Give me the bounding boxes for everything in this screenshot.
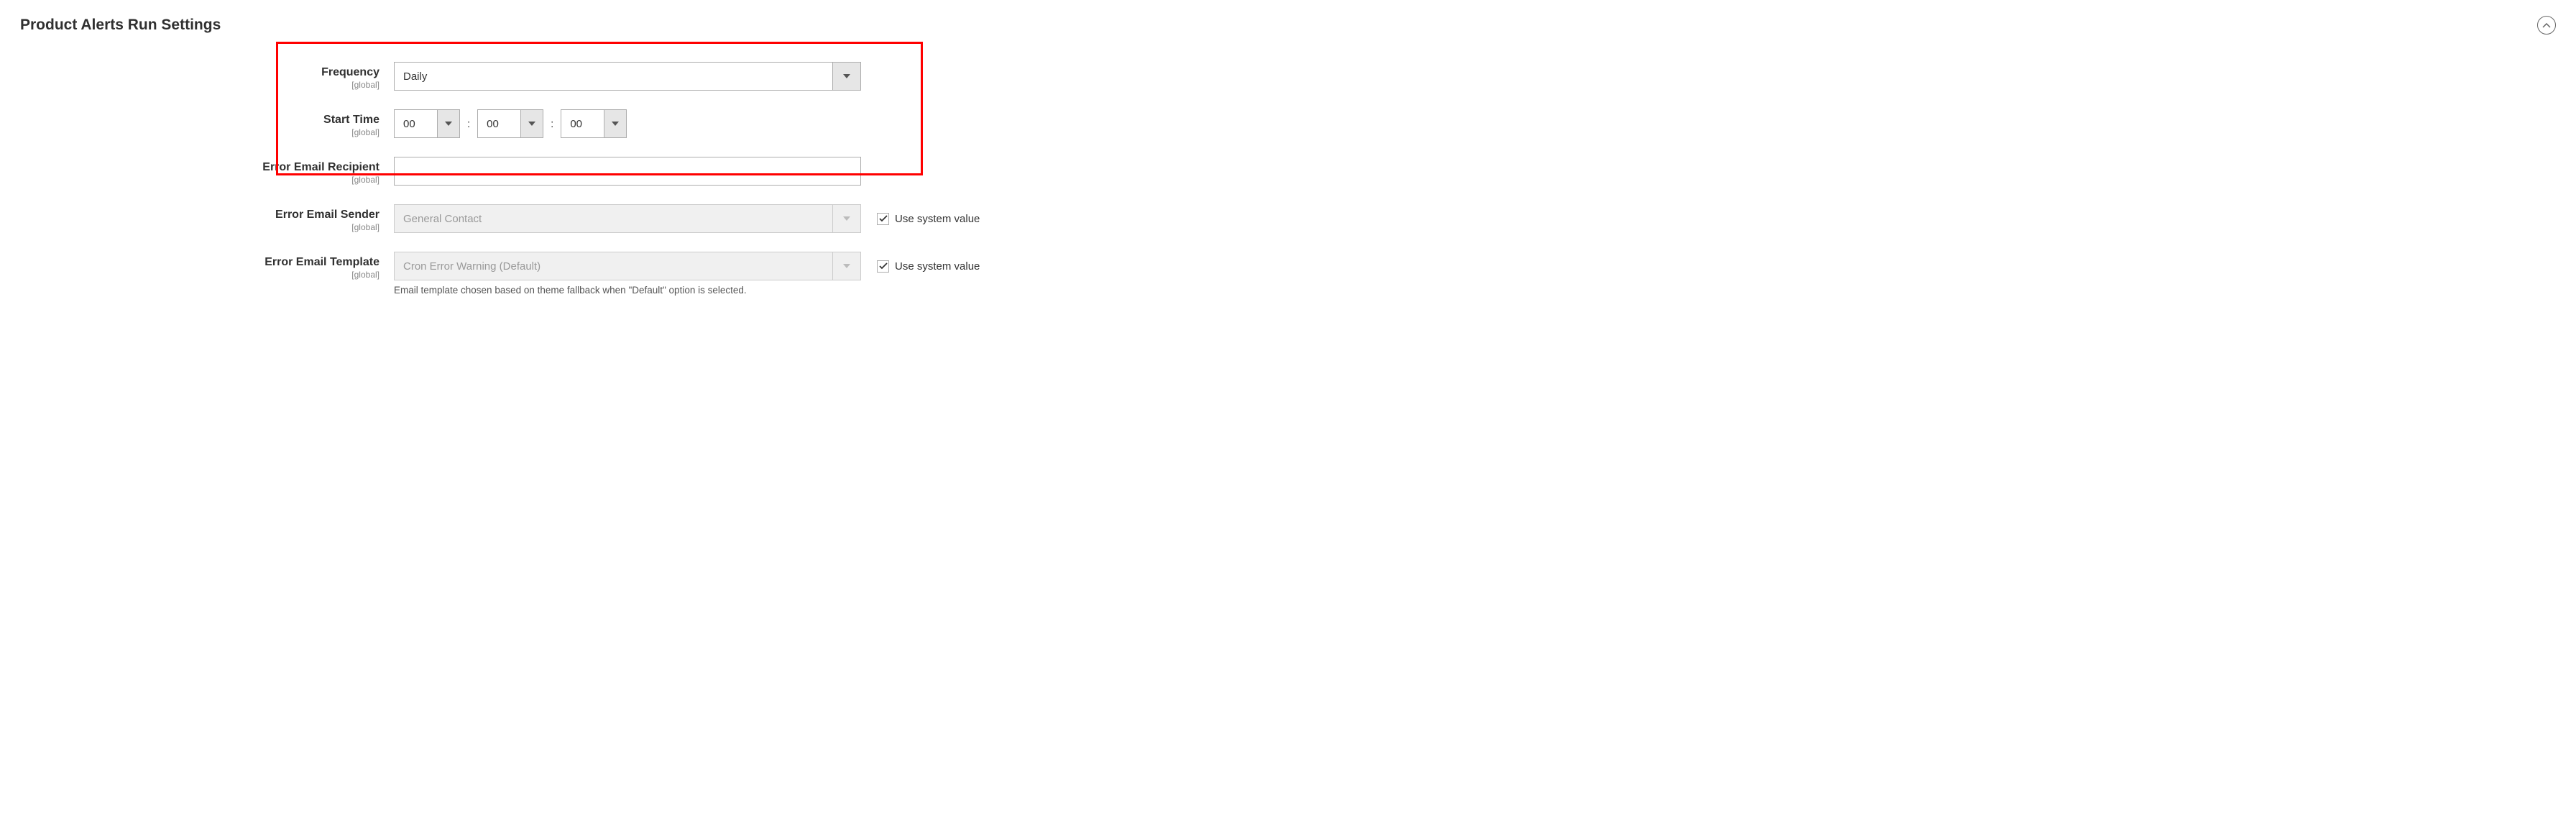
checkbox-icon <box>877 213 889 225</box>
chevron-up-icon <box>2542 23 2551 28</box>
row-frequency: Frequency [global] Daily <box>20 62 2556 91</box>
error-sender-use-system[interactable]: Use system value <box>877 213 980 225</box>
scope-error-template: [global] <box>20 270 380 280</box>
field-col-error-template: Cron Error Warning (Default) Use system … <box>394 252 980 280</box>
start-time-minutes-select[interactable]: 00 <box>477 109 543 138</box>
label-col-error-template: Error Email Template [global] <box>20 252 394 280</box>
label-col-frequency: Frequency [global] <box>20 62 394 90</box>
label-frequency: Frequency <box>321 66 380 78</box>
scope-frequency: [global] <box>20 80 380 90</box>
collapse-toggle[interactable] <box>2537 16 2556 35</box>
label-col-start-time: Start Time [global] <box>20 109 394 137</box>
frequency-select-value: Daily <box>394 62 861 91</box>
error-template-select[interactable]: Cron Error Warning (Default) <box>394 252 861 280</box>
label-error-recipient: Error Email Recipient <box>262 161 380 173</box>
field-col-frequency: Daily <box>394 62 861 91</box>
dropdown-arrow-icon <box>437 109 460 138</box>
dropdown-arrow-icon <box>520 109 543 138</box>
scope-start-time: [global] <box>20 127 380 137</box>
dropdown-arrow-icon <box>832 252 861 280</box>
use-system-label: Use system value <box>895 213 980 225</box>
start-time-hours-select[interactable]: 00 <box>394 109 460 138</box>
scope-error-sender: [global] <box>20 222 380 232</box>
section-header: Product Alerts Run Settings <box>20 16 2556 35</box>
field-col-start-time: 00 : 00 : 00 <box>394 109 627 138</box>
row-error-recipient: Error Email Recipient [global] <box>20 157 2556 186</box>
label-col-error-sender: Error Email Sender [global] <box>20 204 394 232</box>
error-template-use-system[interactable]: Use system value <box>877 260 980 273</box>
time-sep-1: : <box>467 118 470 130</box>
use-system-label: Use system value <box>895 260 980 273</box>
label-col-error-recipient: Error Email Recipient [global] <box>20 157 394 185</box>
label-error-template: Error Email Template <box>264 256 380 268</box>
error-sender-value: General Contact <box>394 204 861 233</box>
field-col-error-sender: General Contact Use system value <box>394 204 980 233</box>
checkbox-icon <box>877 260 889 273</box>
dropdown-arrow-icon <box>832 204 861 233</box>
row-error-sender: Error Email Sender [global] General Cont… <box>20 204 2556 233</box>
row-error-template: Error Email Template [global] Cron Error… <box>20 252 2556 280</box>
error-template-value: Cron Error Warning (Default) <box>394 252 861 280</box>
section-title: Product Alerts Run Settings <box>20 17 221 34</box>
row-start-time: Start Time [global] 00 : 00 : 00 <box>20 109 2556 138</box>
dropdown-arrow-icon <box>832 62 861 91</box>
field-col-error-recipient <box>394 157 861 186</box>
error-template-hint: Email template chosen based on theme fal… <box>394 285 2556 296</box>
dropdown-arrow-icon <box>604 109 627 138</box>
error-recipient-input[interactable] <box>394 157 861 186</box>
frequency-select[interactable]: Daily <box>394 62 861 91</box>
error-sender-select[interactable]: General Contact <box>394 204 861 233</box>
scope-error-recipient: [global] <box>20 175 380 185</box>
label-error-sender: Error Email Sender <box>275 209 380 221</box>
form-area: Frequency [global] Daily Start Time [glo… <box>20 49 2556 296</box>
time-sep-2: : <box>551 118 553 130</box>
label-start-time: Start Time <box>323 114 380 126</box>
start-time-seconds-select[interactable]: 00 <box>561 109 627 138</box>
